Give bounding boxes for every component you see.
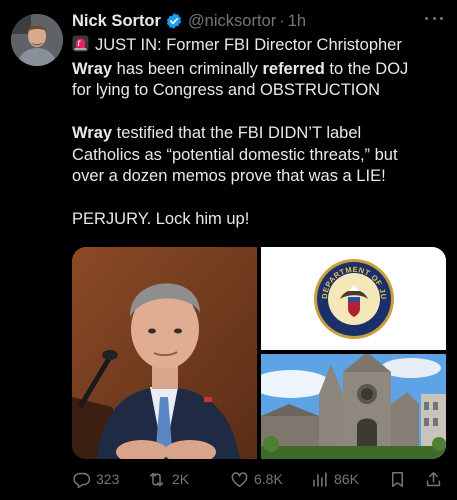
reply-icon <box>72 470 91 489</box>
share-button[interactable] <box>424 470 443 489</box>
like-icon <box>230 470 249 489</box>
tweet-line: Wray has been criminally referred to the… <box>72 59 450 81</box>
bold-word: Wray <box>72 124 113 142</box>
tweet-line: JUST IN: Former FBI Director Christopher <box>72 35 450 59</box>
photo-church[interactable] <box>251 352 446 459</box>
author-name[interactable]: Nick Sortor <box>72 12 161 31</box>
timestamp[interactable]: 1h <box>288 12 306 31</box>
tweet-line: PERJURY. Lock him up! <box>72 210 250 228</box>
bookmark-icon <box>388 470 407 489</box>
views-icon <box>310 470 329 489</box>
tweet-line-3: for lying to Congress and OBSTRUCTION <box>72 81 381 99</box>
siren-emoji-icon <box>72 35 89 59</box>
views-count: 86K <box>334 471 359 487</box>
tweet-text: JUST IN: Former FBI Director Christopher… <box>72 35 450 231</box>
text-run: to the DOJ <box>324 59 409 78</box>
avatar-image <box>11 14 63 66</box>
photo-wray[interactable] <box>72 247 257 459</box>
separator-dot: · <box>279 11 285 30</box>
share-icon <box>424 470 443 489</box>
tweet-line: Catholics as “potential domestic threats… <box>72 145 398 164</box>
more-icon[interactable] <box>425 14 443 22</box>
like-button[interactable]: 6.8K <box>230 470 283 489</box>
media-grid: DEPARTMENT OF JUSTICE <box>72 247 446 459</box>
action-bar: 323 2K 6.8K 86K <box>72 466 450 492</box>
views-button[interactable]: 86K <box>310 470 359 489</box>
avatar[interactable] <box>11 14 63 66</box>
bold-word: referred <box>262 59 325 78</box>
tweet-line: Wray testified that the FBI DIDN’T label <box>72 123 450 145</box>
repost-count: 2K <box>172 471 190 487</box>
author-handle[interactable]: @nicksortor <box>188 12 276 31</box>
repost-button[interactable]: 2K <box>146 470 189 489</box>
tweet-line-1: JUST IN: Former FBI Director Christopher <box>95 36 402 54</box>
repost-icon <box>146 470 167 489</box>
bold-word: Wray <box>72 59 113 78</box>
like-count: 6.8K <box>254 471 283 487</box>
text-run: has been criminally <box>112 59 263 78</box>
bookmark-button[interactable] <box>388 470 407 489</box>
photo-doj-seal[interactable]: DEPARTMENT OF JUSTICE <box>258 247 446 350</box>
text-run: testified that the FBI DIDN’T label <box>112 124 362 142</box>
reply-button[interactable]: 323 <box>72 470 119 489</box>
verified-badge-icon <box>165 12 183 30</box>
tweet-header: Nick Sortor @nicksortor · 1h <box>72 10 306 32</box>
reply-count: 323 <box>96 471 120 487</box>
tweet-line: over a dozen memos prove that was a LIE! <box>72 167 386 185</box>
